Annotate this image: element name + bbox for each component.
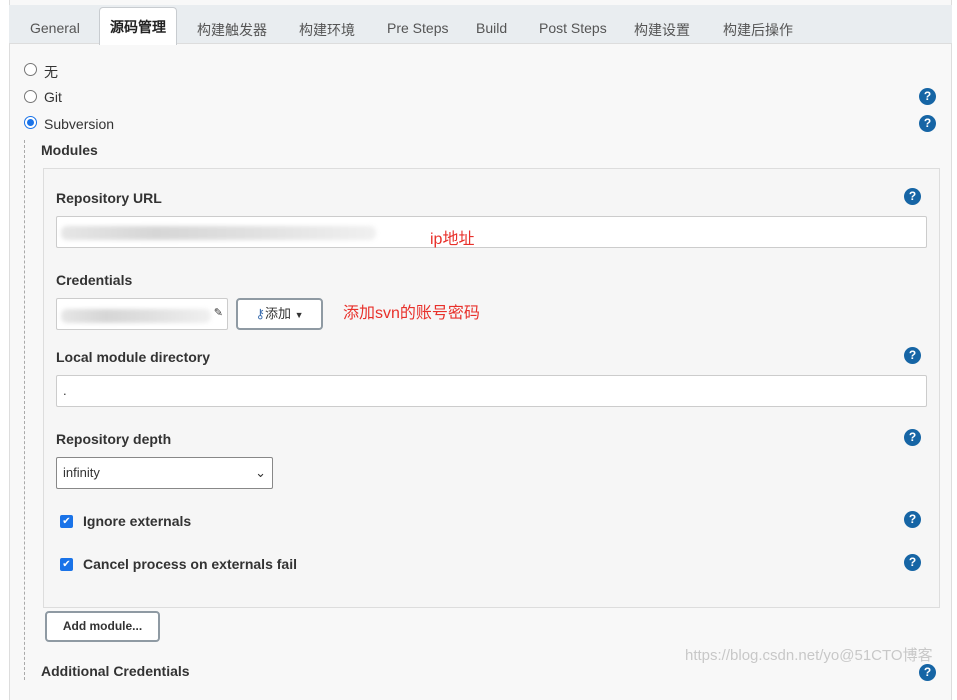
tab-settings[interactable]: 构建设置 [634,20,690,40]
radio-git-label: Git [44,89,62,105]
cancel-externals-checkbox[interactable]: ✔ [60,558,73,571]
help-icon[interactable]: ? [919,88,936,105]
add-credentials-button[interactable]: ⚷添加 ▼ [236,298,323,330]
help-icon[interactable]: ? [904,429,921,446]
tab-build[interactable]: Build [476,20,507,36]
help-icon[interactable]: ? [904,554,921,571]
radio-subversion[interactable] [24,116,37,129]
help-icon[interactable]: ? [904,347,921,364]
local-dir-input[interactable]: . [56,375,927,407]
repo-url-input[interactable] [56,216,927,248]
radio-none-label: 无 [44,64,58,80]
ignore-externals-checkbox[interactable]: ✔ [60,515,73,528]
tab-post-build[interactable]: 构建后操作 [723,20,793,40]
repo-url-annotation: ip地址 [430,231,475,248]
repo-url-label: Repository URL [56,190,162,206]
key-icon: ⚷ [255,306,265,321]
ignore-externals-label: Ignore externals [83,513,192,529]
credentials-annotation: 添加svn的账号密码 [343,305,480,322]
tab-scm[interactable]: 源码管理 [99,7,177,45]
credentials-label: Credentials [56,272,133,288]
depth-select[interactable]: infinity ⌄ [56,457,273,489]
help-icon[interactable]: ? [904,188,921,205]
help-icon[interactable]: ? [919,115,936,132]
caret-down-icon: ▼ [294,310,304,320]
tab-env[interactable]: 构建环境 [299,20,355,40]
chevron-down-icon: ⌄ [255,465,266,480]
credentials-select[interactable]: ✎ [56,298,228,330]
radio-none[interactable] [24,63,37,76]
tab-pre-steps[interactable]: Pre Steps [387,20,448,36]
depth-label: Repository depth [56,431,172,447]
additional-credentials-label: Additional Credentials [41,663,190,679]
help-icon[interactable]: ? [919,664,936,681]
local-dir-label: Local module directory [56,349,211,365]
tab-triggers[interactable]: 构建触发器 [197,20,267,40]
modules-title: Modules [41,142,98,158]
tab-bar: General 源码管理 构建触发器 构建环境 Pre Steps Build … [9,5,952,45]
tab-post-steps[interactable]: Post Steps [539,20,607,36]
section-divider [24,140,25,680]
cancel-externals-label: Cancel process on externals fail [83,556,297,572]
radio-git[interactable] [24,90,37,103]
tab-general[interactable]: General [30,20,80,36]
add-module-button[interactable]: Add module... [45,611,160,642]
watermark: https://blog.csdn.net/yo@51CTO博客 [685,647,933,664]
help-icon[interactable]: ? [904,511,921,528]
radio-subversion-label: Subversion [44,116,115,132]
